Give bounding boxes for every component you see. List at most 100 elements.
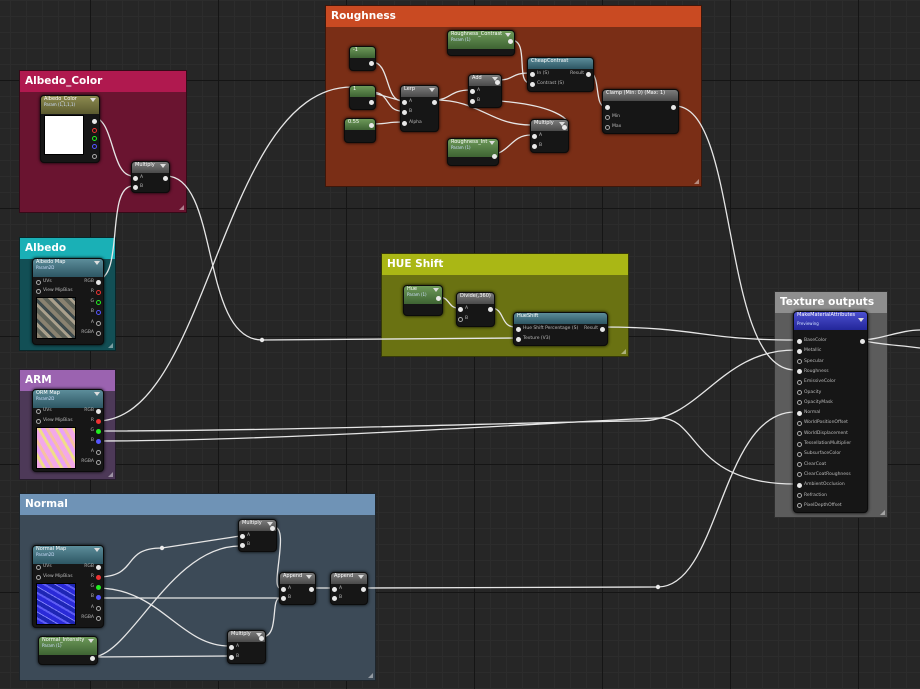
output-pin-r[interactable]: R — [91, 573, 101, 581]
input-pin-b[interactable]: B — [402, 108, 412, 116]
material-pin-worlddisplacement[interactable]: WorldDisplacement — [797, 430, 848, 438]
node-header[interactable]: ORM Map Param2D — [33, 390, 103, 408]
output-pin[interactable] — [161, 174, 168, 182]
output-pin[interactable] — [560, 123, 567, 131]
albedo-color-node[interactable]: Albedo_Color Param (1,1,1,1) — [40, 95, 100, 163]
material-pin-clearcoatroughness[interactable]: ClearCoatRoughness — [797, 471, 851, 479]
input-pin-in[interactable]: In (S) — [530, 70, 549, 78]
output-pin-rgb[interactable]: RGB — [84, 407, 101, 415]
input-pin-mipbias[interactable]: View MipBias — [36, 287, 73, 295]
output-pin[interactable] — [434, 294, 441, 302]
output-pin[interactable] — [359, 585, 366, 593]
input-pin-max[interactable]: Max — [605, 123, 621, 131]
material-pin-clearcoat[interactable]: ClearCoat — [797, 461, 826, 469]
normal-map-node[interactable]: Normal Map Param2D UVs View MipBias RGB R… — [32, 545, 104, 628]
clamp-node[interactable]: Clamp (Min: 0) (Max: 1) Min Max — [602, 89, 679, 134]
output-pin[interactable] — [506, 37, 513, 45]
node-header[interactable]: 1 — [350, 86, 375, 97]
node-header[interactable]: Normal Map Param2D — [33, 546, 103, 564]
input-pin-a[interactable]: A — [470, 87, 480, 95]
output-pin-r[interactable]: R — [91, 417, 101, 425]
output-pin-a[interactable]: A — [91, 448, 101, 456]
input-pin-a[interactable]: A — [229, 643, 239, 651]
input-pin-texture[interactable]: Texture (V3) — [516, 335, 550, 343]
collapse-arrow-icon[interactable] — [858, 318, 864, 322]
input-pin-b[interactable]: B — [240, 541, 250, 549]
output-pin[interactable] — [669, 103, 676, 111]
input-pin-alpha[interactable]: Alpha — [402, 119, 422, 127]
collapse-arrow-icon[interactable] — [429, 88, 435, 92]
output-pin-r[interactable]: R — [91, 288, 101, 296]
resize-handle[interactable] — [621, 349, 626, 354]
node-header[interactable]: MakeMaterialAttributes Previewing — [794, 312, 867, 330]
input-pin-contrast[interactable]: Contrast (S) — [530, 80, 564, 88]
input-pin-mipbias[interactable]: View MipBias — [36, 573, 73, 581]
output-pin-rgba[interactable]: RGBA — [81, 458, 101, 466]
append-node-2[interactable]: Append A B — [330, 572, 368, 605]
material-pin-normal[interactable]: Normal — [797, 409, 820, 417]
output-pin-result[interactable]: Result — [584, 325, 605, 333]
collapse-arrow-icon[interactable] — [88, 639, 94, 643]
material-pin-pixeldepthoffset[interactable]: PixelDepthOffset — [797, 502, 842, 510]
lerp-node[interactable]: Lerp A B Alpha — [400, 85, 439, 132]
resize-handle[interactable] — [880, 510, 885, 515]
roughness-contrast-node[interactable]: Roughness_Contrast Param (1) — [447, 30, 515, 56]
collapse-arrow-icon[interactable] — [433, 288, 439, 292]
output-pin-rgba[interactable]: RGBA — [81, 329, 101, 337]
add-node[interactable]: Add A B — [468, 74, 502, 108]
node-header[interactable]: Albedo_Color Param (1,1,1,1) — [41, 96, 99, 114]
cheap-contrast-node[interactable]: CheapContrast In (S) Contrast (S) Result — [527, 57, 594, 92]
output-pin-r[interactable] — [90, 126, 97, 134]
append-node-1[interactable]: Append A B — [279, 572, 316, 605]
output-pin-rgb[interactable]: RGB — [84, 563, 101, 571]
resize-handle[interactable] — [108, 472, 113, 477]
input-pin-uvs[interactable]: UVs — [36, 563, 52, 571]
collapse-arrow-icon[interactable] — [90, 98, 96, 102]
normal-intensity-node[interactable]: Normal_Intensity Param (1) — [38, 636, 98, 665]
input-pin-a[interactable]: A — [332, 585, 342, 593]
input-pin-b[interactable]: B — [470, 97, 480, 105]
output-pin-b[interactable]: B — [91, 308, 101, 316]
output-pin[interactable] — [367, 121, 374, 129]
output-pin[interactable] — [430, 98, 437, 106]
collapse-arrow-icon[interactable] — [358, 575, 364, 579]
output-pin-a[interactable]: A — [91, 604, 101, 612]
node-header[interactable]: Clamp (Min: 0) (Max: 1) — [603, 90, 678, 101]
input-pin[interactable] — [605, 103, 612, 111]
node-header[interactable]: Append — [331, 573, 367, 584]
input-pin-b[interactable]: B — [332, 594, 342, 602]
input-pin-uvs[interactable]: UVs — [36, 407, 52, 415]
material-pin-worldpositionoffset[interactable]: WorldPositionOffset — [797, 419, 848, 427]
output-pin[interactable] — [257, 634, 264, 642]
constant-node-1[interactable]: 1 — [349, 85, 376, 110]
output-pin-rgba[interactable]: RGBA — [81, 614, 101, 622]
material-pin-ambientocclusion[interactable]: AmbientOcclusion — [797, 481, 845, 489]
output-pin-b[interactable]: B — [91, 593, 101, 601]
input-pin-hue-percentage[interactable]: Hue Shift Percentage (S) — [516, 325, 578, 333]
input-pin-a[interactable]: A — [281, 585, 291, 593]
constant-node-05[interactable]: 0.55 — [344, 118, 376, 143]
input-pin-mipbias[interactable]: View MipBias — [36, 417, 73, 425]
material-pin-emissivecolor[interactable]: EmissiveColor — [797, 378, 836, 386]
collapse-arrow-icon[interactable] — [94, 261, 100, 265]
input-pin-a[interactable]: A — [532, 132, 542, 140]
output-pin[interactable] — [486, 305, 493, 313]
node-header[interactable]: Append — [280, 573, 315, 584]
multiply-normal-node-1[interactable]: Multiply A B — [238, 519, 277, 552]
orm-map-node[interactable]: ORM Map Param2D UVs View MipBias RGB R G … — [32, 389, 104, 472]
make-material-attributes-node[interactable]: MakeMaterialAttributes Previewing BaseCol… — [793, 311, 868, 513]
output-pin[interactable] — [367, 59, 374, 67]
collapse-arrow-icon[interactable] — [94, 548, 100, 552]
output-pin[interactable] — [88, 654, 95, 662]
material-pin-roughness[interactable]: Roughness — [797, 368, 829, 376]
input-pin-uvs[interactable]: UVs — [36, 278, 52, 286]
output-pin-g[interactable]: G — [91, 583, 101, 591]
input-pin-a[interactable]: A — [240, 532, 250, 540]
output-pin[interactable] — [493, 78, 500, 86]
input-pin-b[interactable]: B — [532, 142, 542, 150]
material-pin-tessellationmultiplier[interactable]: TessellationMultiplier — [797, 440, 851, 448]
output-pin[interactable] — [367, 98, 374, 106]
output-pin[interactable] — [307, 585, 314, 593]
multiply-roughness-node[interactable]: Multiply A B — [530, 119, 569, 153]
collapse-arrow-icon[interactable] — [489, 141, 495, 145]
